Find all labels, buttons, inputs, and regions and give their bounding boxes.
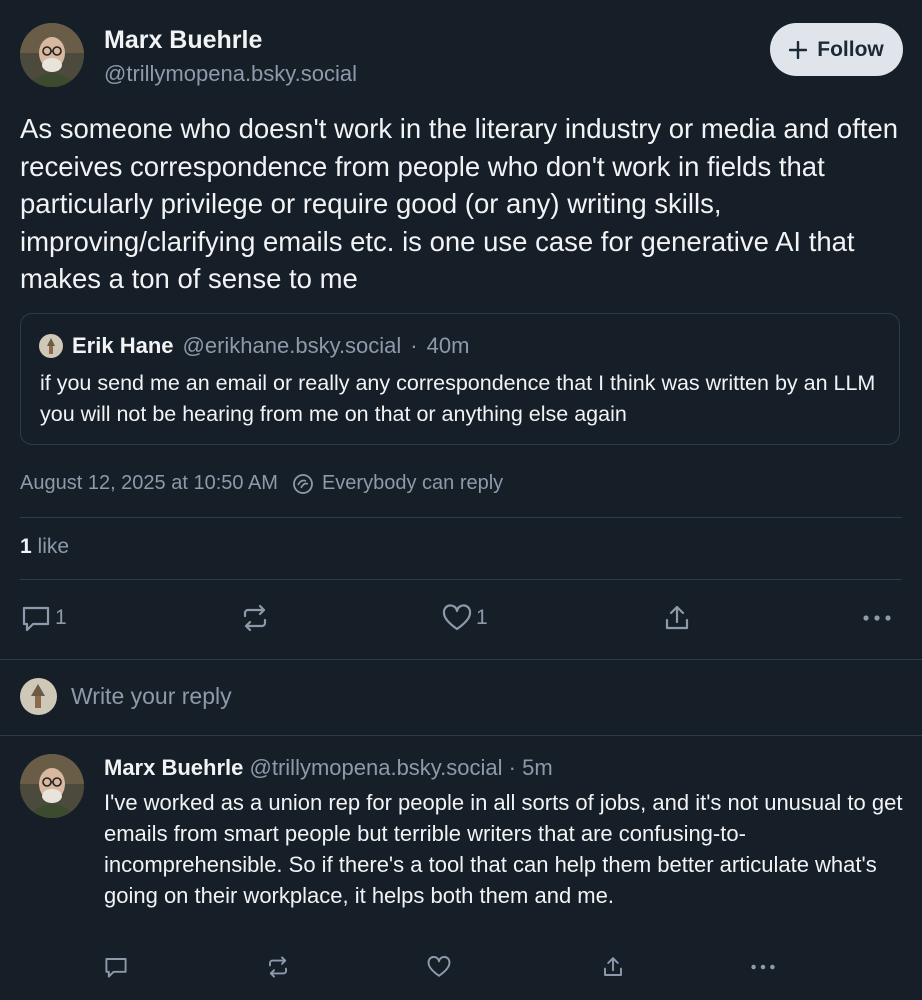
like-button[interactable]: 1 <box>442 604 488 632</box>
reply-repost-button[interactable] <box>266 955 290 979</box>
reply-separator: · <box>508 755 516 780</box>
likes-summary[interactable]: 1 like <box>20 535 69 559</box>
reply-settings-icon <box>292 473 314 495</box>
reply-composer[interactable]: Write your reply <box>20 678 232 715</box>
heart-icon <box>427 955 451 979</box>
quote-author-handle[interactable]: @erikhane.bsky.social <box>183 333 402 359</box>
post-text: As someone who doesn't work in the liter… <box>20 113 899 294</box>
quote-header: Erik Hane @erikhane.bsky.social · 40m <box>39 333 469 359</box>
reply-more-options-button[interactable] <box>750 955 776 979</box>
author-handle[interactable]: @trillymopena.bsky.social <box>104 61 357 87</box>
divider <box>0 659 922 660</box>
author-avatar[interactable] <box>20 23 84 87</box>
more-icon <box>862 604 892 632</box>
quote-author-name[interactable]: Erik Hane <box>72 333 174 359</box>
likes-count: 1 <box>20 535 32 558</box>
repost-icon <box>240 604 270 632</box>
reply-header: Marx Buehrle @trillymopena.bsky.social ·… <box>104 755 553 781</box>
reply-time[interactable]: 5m <box>522 755 553 780</box>
reply-text: I've worked as a union rep for people in… <box>104 790 903 908</box>
quoted-post[interactable]: Erik Hane @erikhane.bsky.social · 40m if… <box>20 313 900 445</box>
share-icon <box>662 604 692 632</box>
quote-text: if you send me an email or really any co… <box>40 371 876 426</box>
quote-author-avatar[interactable] <box>39 334 63 358</box>
current-user-avatar <box>20 678 57 715</box>
reply-like-button[interactable] <box>427 955 451 979</box>
reply-placeholder: Write your reply <box>71 683 232 709</box>
divider <box>0 735 922 736</box>
reply-author-avatar[interactable] <box>20 754 84 818</box>
reply-icon <box>104 955 128 979</box>
like-count: 1 <box>476 606 488 629</box>
reply-icon <box>21 604 51 632</box>
reply-author-handle[interactable]: @trillymopena.bsky.social <box>250 755 503 780</box>
reply-button[interactable]: 1 <box>21 604 67 632</box>
divider <box>20 579 902 580</box>
likes-label: like <box>37 535 70 558</box>
reply-reply-button[interactable] <box>104 955 128 979</box>
reply-count: 1 <box>55 606 67 629</box>
follow-label: Follow <box>817 37 884 61</box>
quote-separator: · <box>410 333 418 358</box>
post-timestamp[interactable]: August 12, 2025 at 10:50 AM <box>20 472 278 495</box>
post-meta: August 12, 2025 at 10:50 AM Everybody ca… <box>20 472 503 495</box>
more-options-button[interactable] <box>862 604 892 632</box>
repost-icon <box>266 955 290 979</box>
divider <box>20 517 902 518</box>
more-icon <box>750 955 776 979</box>
repost-button[interactable] <box>240 604 270 632</box>
plus-icon <box>789 40 808 59</box>
author-name[interactable]: Marx Buehrle <box>104 26 262 55</box>
share-button[interactable] <box>662 604 692 632</box>
reply-settings-label[interactable]: Everybody can reply <box>322 472 503 495</box>
share-icon <box>601 955 625 979</box>
follow-button[interactable]: Follow <box>770 23 903 76</box>
quote-time[interactable]: 40m <box>427 333 470 359</box>
heart-icon <box>442 604 472 632</box>
reply-author-name[interactable]: Marx Buehrle <box>104 755 243 780</box>
reply-share-button[interactable] <box>601 955 625 979</box>
